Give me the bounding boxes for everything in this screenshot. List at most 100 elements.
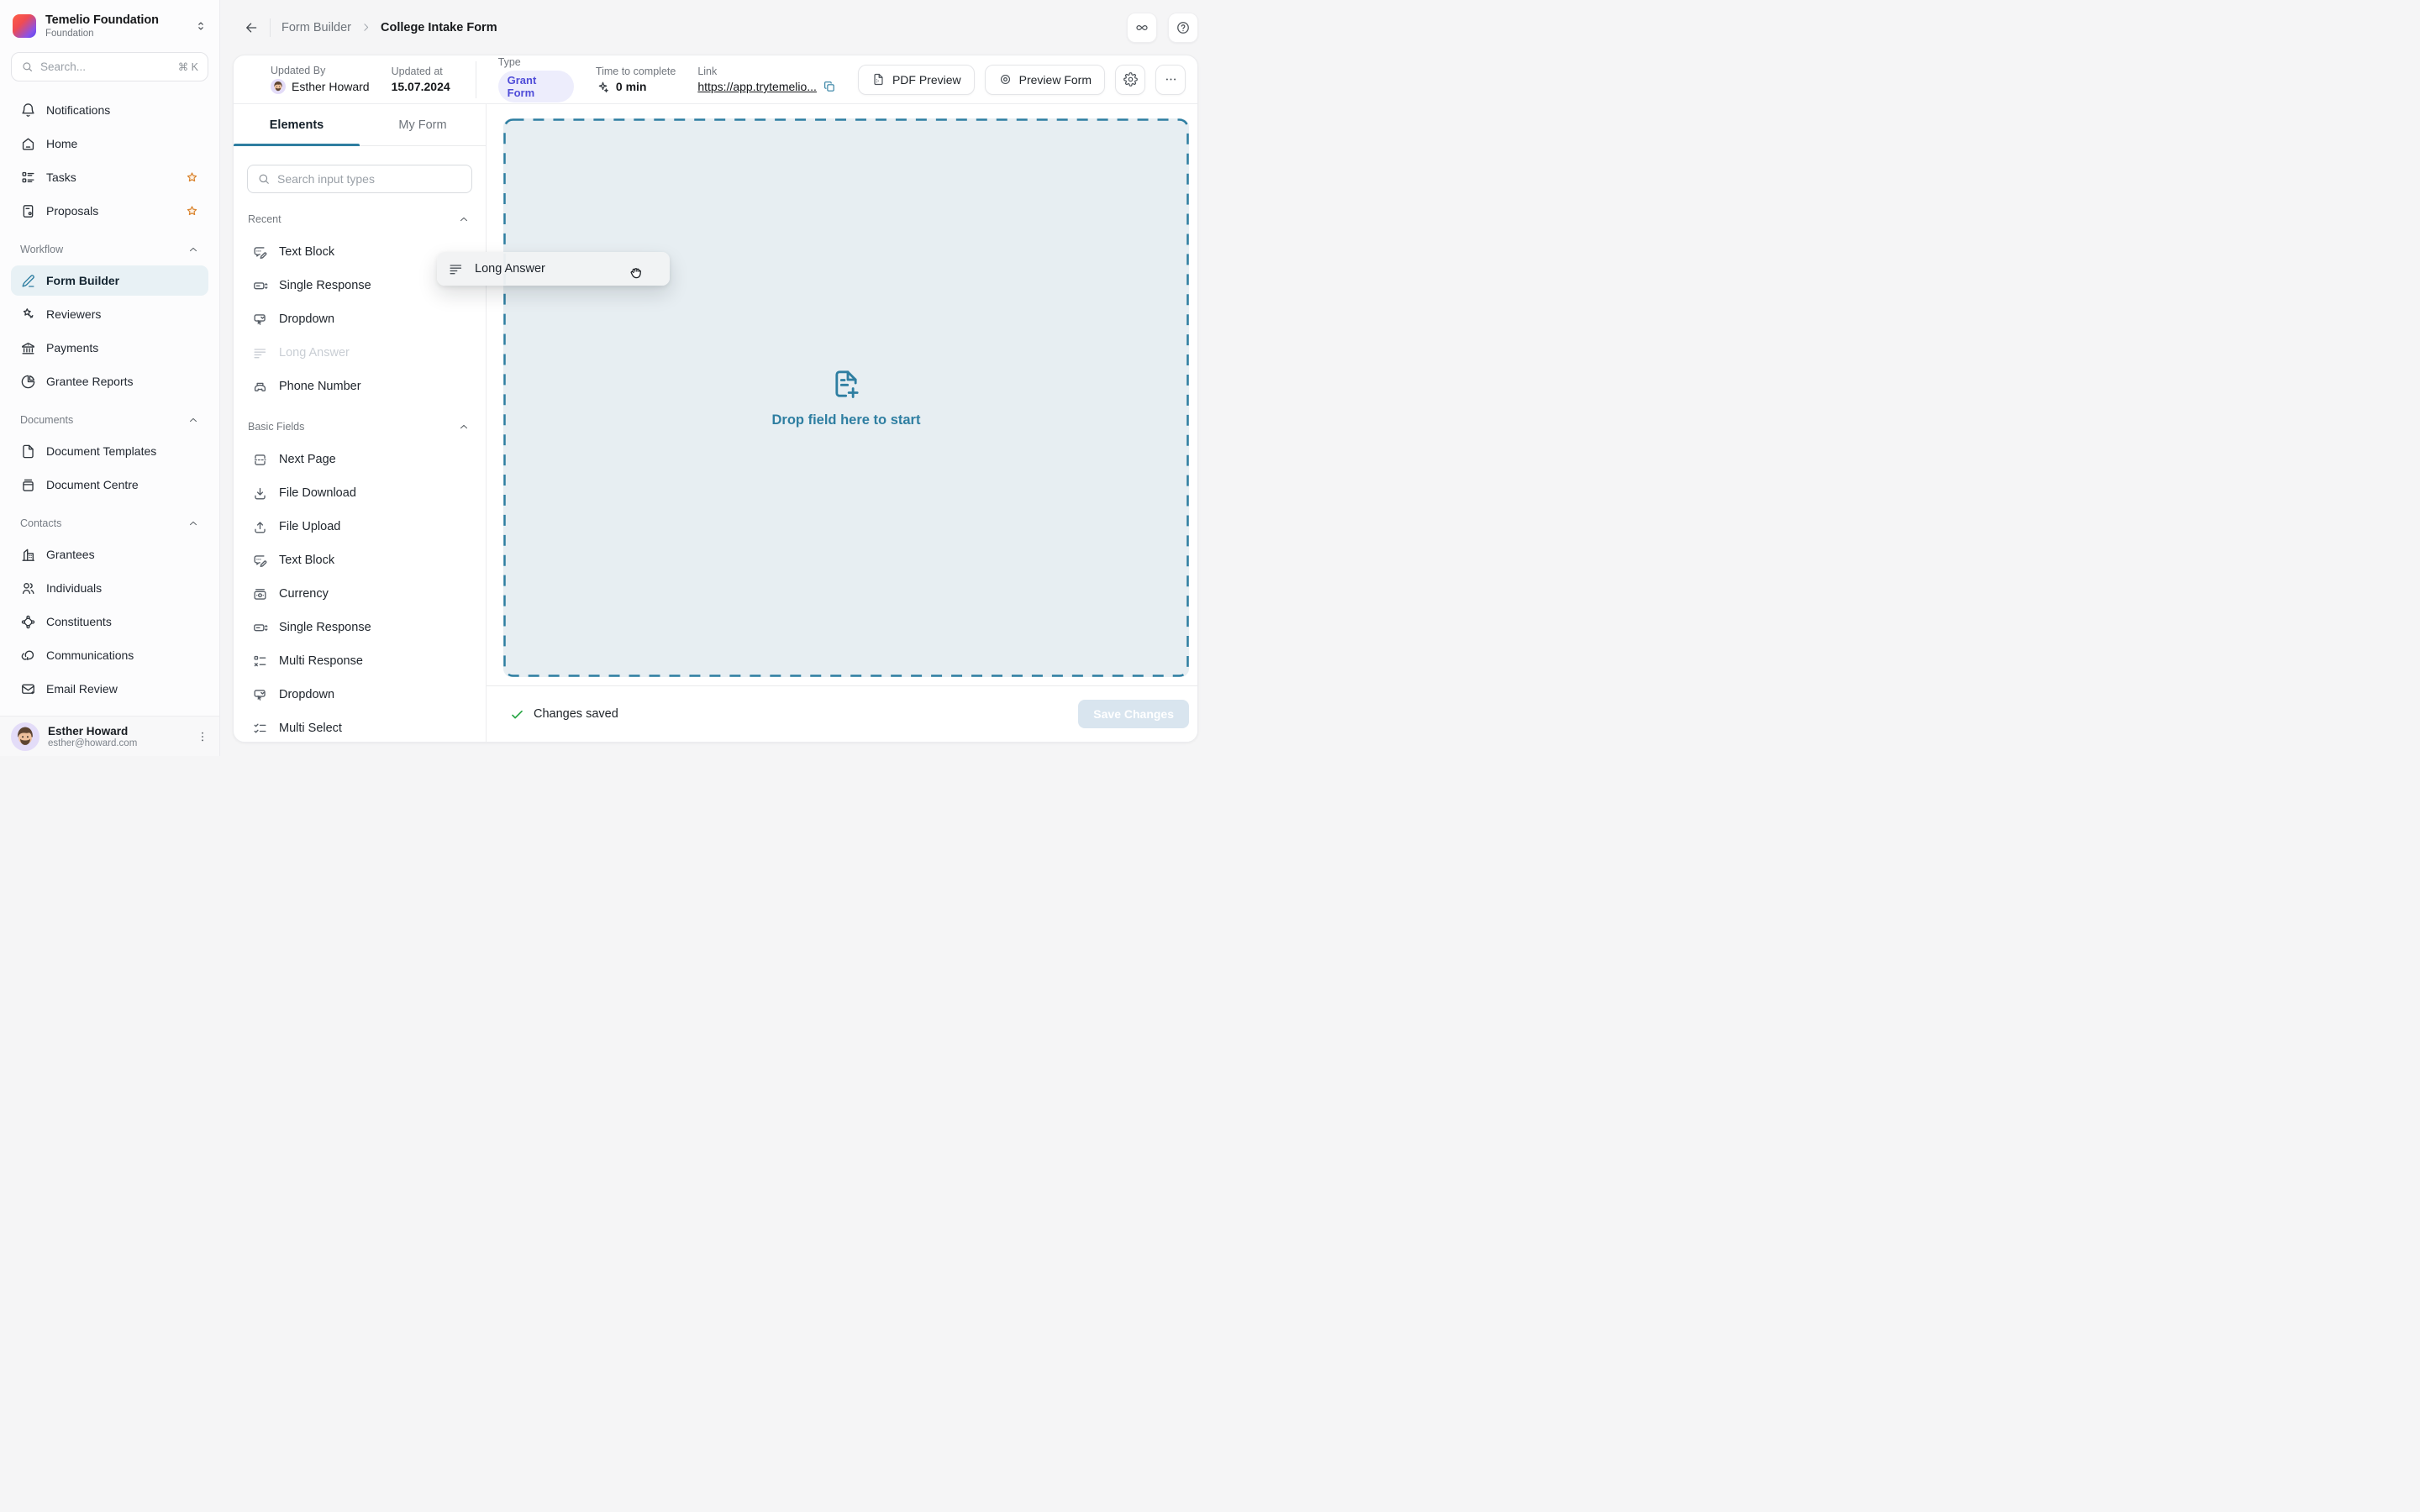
panel-tabs: Elements My Form <box>234 104 486 146</box>
long-answer-icon <box>448 261 464 277</box>
dropzone-label: Drop field here to start <box>772 412 921 428</box>
form-link-url[interactable]: https://app.trytemelio... <box>697 80 817 93</box>
sidebar-item-notifications[interactable]: Notifications <box>11 95 208 125</box>
user-email: esther@howard.com <box>48 738 187 748</box>
chevron-up-icon[interactable] <box>458 213 470 225</box>
element-item-multi-response[interactable]: Multi Response <box>247 644 472 678</box>
form-type-badge: Grant Form <box>498 71 574 102</box>
user-name: Esther Howard <box>48 725 187 738</box>
sidebar-item-proposals[interactable]: Proposals <box>11 196 208 226</box>
sidebar-item-grantee-reports[interactable]: Grantee Reports <box>11 366 208 396</box>
org-name: Temelio Foundation <box>45 13 185 27</box>
main-area: Form Builder College Intake Form Updated… <box>220 0 1210 756</box>
sidebar-item-home[interactable]: Home <box>11 129 208 159</box>
sidebar-item-payments[interactable]: Payments <box>11 333 208 363</box>
pdf-preview-button[interactable]: PDF Preview <box>858 65 975 95</box>
element-item-long-answer[interactable]: Long Answer <box>247 336 472 370</box>
tab-elements[interactable]: Elements <box>234 104 360 145</box>
star-icon[interactable] <box>185 171 199 185</box>
sidebar-item-grantees[interactable]: Grantees <box>11 539 208 570</box>
updated-by-value: Esther Howard <box>292 80 370 93</box>
input-types-search-input[interactable] <box>277 172 462 186</box>
archive-icon <box>20 477 36 493</box>
global-search[interactable]: ⌘ K <box>11 52 208 81</box>
tab-my-form[interactable]: My Form <box>360 104 486 145</box>
currency-icon <box>252 586 268 602</box>
form-canvas-dropzone[interactable]: Drop field here to start <box>503 118 1189 677</box>
form-builder-card: Updated By Esther Howard Updated at 15.0… <box>233 55 1198 743</box>
multi-response-icon <box>252 654 268 669</box>
check-icon <box>509 706 525 722</box>
app-window: Temelio Foundation Foundation ⌘ K Notifi… <box>0 0 1210 756</box>
form-type: Type Grant Form <box>498 56 574 102</box>
file-upload-icon <box>252 519 268 535</box>
sidebar-item-form-builder[interactable]: Form Builder <box>11 265 208 296</box>
chevron-up-icon[interactable] <box>458 421 470 433</box>
divider <box>270 18 271 37</box>
collaboration-button[interactable] <box>1127 13 1157 43</box>
user-footer[interactable]: Esther Howard esther@howard.com <box>0 716 219 756</box>
next-page-icon <box>252 452 268 468</box>
org-switcher[interactable]: Temelio Foundation Foundation <box>0 0 219 47</box>
ellipsis-icon <box>1164 72 1178 87</box>
breadcrumb-form-builder[interactable]: Form Builder <box>281 21 351 34</box>
tasks-icon <box>20 170 36 186</box>
element-item-file-upload[interactable]: File Upload <box>247 510 472 543</box>
element-item-single-response[interactable]: Single Response <box>247 611 472 644</box>
sidebar-item-document-centre[interactable]: Document Centre <box>11 470 208 500</box>
sidebar-section-documents[interactable]: Documents <box>11 408 208 432</box>
copy-link-icon[interactable] <box>823 80 836 93</box>
search-icon <box>21 60 34 73</box>
pie-icon <box>20 374 36 390</box>
back-button[interactable] <box>239 15 264 40</box>
sidebar-item-reviewers[interactable]: Reviewers <box>11 299 208 329</box>
dropdown-icon <box>252 312 268 328</box>
global-search-input[interactable] <box>40 60 171 73</box>
org-switch-icon[interactable] <box>194 19 208 33</box>
network-icon <box>20 614 36 630</box>
help-icon <box>1176 20 1191 35</box>
element-item-file-download[interactable]: File Download <box>247 476 472 510</box>
chevron-up-icon[interactable] <box>187 517 199 529</box>
dragged-element-label: Long Answer <box>475 262 545 276</box>
element-item-phone-number[interactable]: Phone Number <box>247 370 472 403</box>
sidebar-item-document-templates[interactable]: Document Templates <box>11 436 208 466</box>
building-icon <box>20 547 36 563</box>
file-download-icon <box>252 486 268 501</box>
sidebar-section-workflow[interactable]: Workflow <box>11 238 208 261</box>
element-item-dropdown[interactable]: Dropdown <box>247 302 472 336</box>
home-icon <box>20 136 36 152</box>
time-to-complete-value: 0 min <box>616 80 647 93</box>
search-shortcut: ⌘ K <box>178 60 198 73</box>
sidebar-item-tasks[interactable]: Tasks <box>11 162 208 192</box>
help-button[interactable] <box>1168 13 1198 43</box>
top-bar: Form Builder College Intake Form <box>220 0 1210 55</box>
more-actions-button[interactable] <box>1155 65 1186 95</box>
reviewers-icon <box>20 307 36 323</box>
sidebar-section-contacts[interactable]: Contacts <box>11 512 208 535</box>
form-link: Link https://app.trytemelio... <box>697 66 836 93</box>
user-menu-icon[interactable] <box>196 730 209 743</box>
element-item-text-block[interactable]: Text Block <box>247 543 472 577</box>
chevron-up-icon[interactable] <box>187 414 199 426</box>
breadcrumb-current: College Intake Form <box>381 21 497 34</box>
sidebar-item-individuals[interactable]: Individuals <box>11 573 208 603</box>
save-changes-button[interactable]: Save Changes <box>1078 700 1189 728</box>
star-icon[interactable] <box>185 204 199 218</box>
form-settings-button[interactable] <box>1115 65 1145 95</box>
element-item-multi-select[interactable]: Multi Select <box>247 711 472 742</box>
dragged-element-long-answer[interactable]: Long Answer <box>437 252 670 286</box>
sidebar-item-communications[interactable]: Communications <box>11 640 208 670</box>
chevron-up-icon[interactable] <box>187 244 199 255</box>
input-types-search[interactable] <box>247 165 472 193</box>
sidebar-item-email-review[interactable]: Email Review <box>11 674 208 704</box>
sidebar-item-constituents[interactable]: Constituents <box>11 606 208 637</box>
form-info-bar: Updated By Esther Howard Updated at 15.0… <box>234 55 1197 104</box>
save-bar: Changes saved Save Changes <box>487 685 1197 742</box>
preview-form-button[interactable]: Preview Form <box>985 65 1105 95</box>
element-item-next-page[interactable]: Next Page <box>247 443 472 476</box>
element-item-currency[interactable]: Currency <box>247 577 472 611</box>
updated-at: Updated at 15.07.2024 <box>392 66 450 93</box>
element-item-dropdown[interactable]: Dropdown <box>247 678 472 711</box>
single-response-icon <box>252 620 268 636</box>
